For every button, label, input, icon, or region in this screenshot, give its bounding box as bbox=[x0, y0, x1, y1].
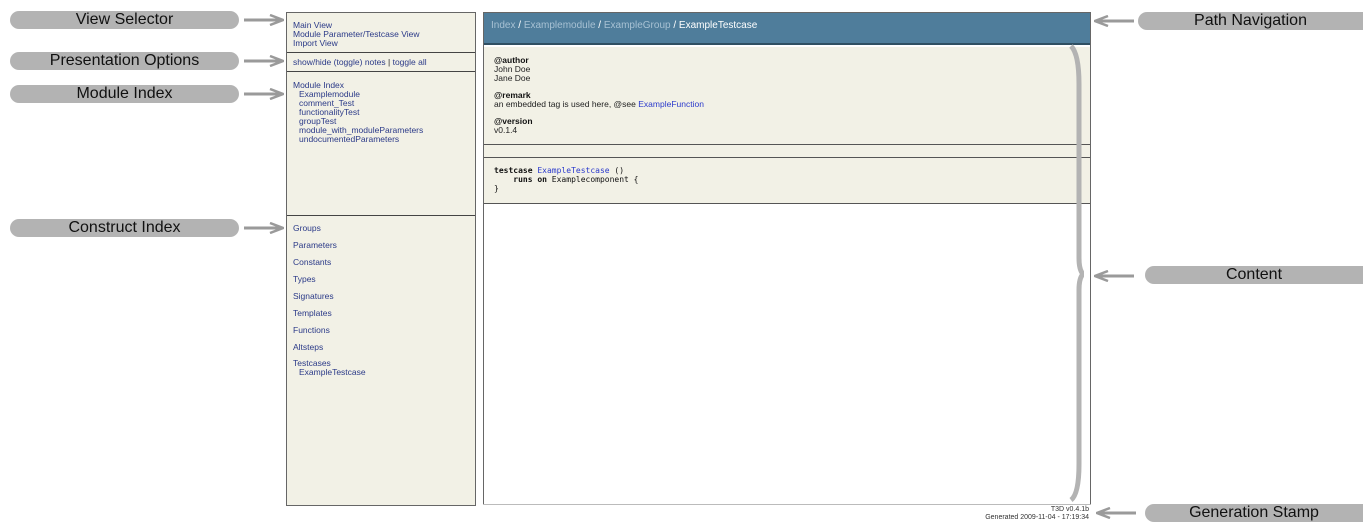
presentation-options: show/hide (toggle) notes | toggle all bbox=[287, 58, 475, 67]
testcase-name-link[interactable]: ExampleTestcase bbox=[537, 166, 609, 175]
arrow-right-icon bbox=[244, 14, 284, 26]
construct-signatures-link[interactable]: Signatures bbox=[293, 288, 475, 305]
stamp-generated: Generated 2009-11-04 - 17:19:34 bbox=[985, 514, 1089, 521]
module-index: Module Index Examplemodule comment_Test … bbox=[287, 81, 475, 144]
code-line: } bbox=[494, 184, 1080, 193]
import-view-link[interactable]: Import View bbox=[293, 38, 338, 48]
breadcrumb-separator: / bbox=[670, 20, 679, 31]
stamp-version: T3D v0.4.1b bbox=[1050, 506, 1089, 513]
construct-functions-link[interactable]: Functions bbox=[293, 322, 475, 339]
arrow-left-icon bbox=[1096, 507, 1136, 519]
construct-groups-link[interactable]: Groups bbox=[293, 220, 475, 237]
generation-stamp: T3D v0.4.1b Generated 2009-11-04 - 17:19… bbox=[985, 506, 1089, 522]
code-section: testcase ExampleTestcase () runs on Exam… bbox=[484, 158, 1090, 203]
construct-parameters-link[interactable]: Parameters bbox=[293, 237, 475, 254]
callout-path-navigation: Path Navigation bbox=[1138, 12, 1363, 30]
code-keyword: testcase bbox=[494, 166, 533, 175]
arrow-right-icon bbox=[244, 222, 284, 234]
version-tag: @version bbox=[494, 116, 533, 126]
callout-presentation-options: Presentation Options bbox=[10, 52, 239, 70]
toggle-notes-link[interactable]: show/hide (toggle) notes bbox=[293, 57, 386, 67]
construct-index: Groups Parameters Constants Types Signat… bbox=[287, 220, 475, 377]
options-separator: | bbox=[388, 57, 391, 67]
author-name: Jane Doe bbox=[494, 73, 531, 83]
arrow-right-icon bbox=[244, 88, 284, 100]
module-link[interactable]: undocumentedParameters bbox=[293, 135, 475, 144]
callout-content: Content bbox=[1145, 266, 1363, 284]
toggle-all-link[interactable]: toggle all bbox=[393, 57, 427, 67]
divider bbox=[287, 52, 475, 53]
callout-view-selector: View Selector bbox=[10, 11, 239, 29]
documentation-section: @author John Doe Jane Doe @remark an emb… bbox=[484, 47, 1090, 144]
author-tag: @author bbox=[494, 55, 529, 65]
code-close: } bbox=[494, 184, 499, 193]
callout-construct-index: Construct Index bbox=[10, 219, 239, 237]
breadcrumb-group[interactable]: ExampleGroup bbox=[604, 20, 671, 31]
left-navigation-panel: Main View Module Parameter/Testcase View… bbox=[286, 12, 476, 506]
code-keyword: runs on bbox=[513, 175, 547, 184]
divider bbox=[287, 71, 475, 72]
construct-constants-link[interactable]: Constants bbox=[293, 254, 475, 271]
breadcrumb-index[interactable]: Index bbox=[491, 20, 515, 31]
testcase-link[interactable]: ExampleTestcase bbox=[293, 368, 475, 377]
breadcrumb-current: ExampleTestcase bbox=[678, 20, 758, 31]
view-selector: Main View Module Parameter/Testcase View… bbox=[287, 21, 475, 48]
arrow-right-icon bbox=[244, 55, 284, 67]
version-value: v0.1.4 bbox=[494, 125, 518, 135]
brace-icon bbox=[1068, 44, 1087, 507]
path-navigation-bar: Index / Examplemodule / ExampleGroup / E… bbox=[484, 13, 1090, 45]
code-params: () bbox=[609, 166, 625, 175]
code-line: testcase ExampleTestcase () bbox=[494, 166, 1080, 175]
code-line: runs on Examplecomponent { bbox=[494, 175, 1080, 184]
construct-templates-link[interactable]: Templates bbox=[293, 305, 475, 322]
code-component: Examplecomponent { bbox=[546, 175, 639, 184]
author-name: John Doe bbox=[494, 64, 531, 74]
divider bbox=[287, 215, 475, 216]
arrow-left-icon bbox=[1094, 15, 1134, 27]
construct-altsteps-link[interactable]: Altsteps bbox=[293, 339, 475, 356]
callout-module-index: Module Index bbox=[10, 85, 239, 103]
divider bbox=[484, 203, 1090, 204]
footer-line bbox=[483, 504, 1091, 505]
callout-generation-stamp: Generation Stamp bbox=[1145, 504, 1363, 522]
content-panel: Index / Examplemodule / ExampleGroup / E… bbox=[483, 12, 1091, 505]
breadcrumb-separator: / bbox=[515, 20, 524, 31]
remark-text: an embedded tag is used here, @see bbox=[494, 99, 636, 109]
breadcrumb-module[interactable]: Examplemodule bbox=[524, 20, 596, 31]
see-function-link[interactable]: ExampleFunction bbox=[638, 99, 704, 109]
construct-types-link[interactable]: Types bbox=[293, 271, 475, 288]
breadcrumb-separator: / bbox=[595, 20, 604, 31]
arrow-left-icon bbox=[1094, 270, 1134, 282]
spacer-section bbox=[484, 145, 1090, 157]
